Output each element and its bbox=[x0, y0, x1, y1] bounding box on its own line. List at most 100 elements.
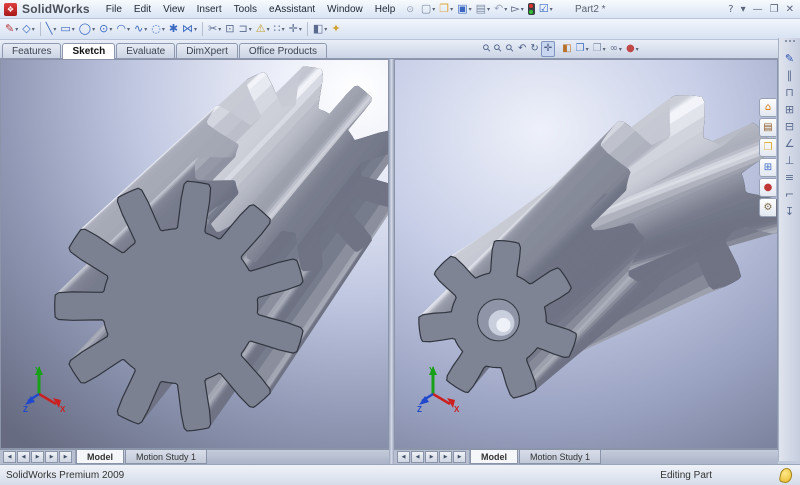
perimeter-circle-icon[interactable]: ⊙▾ bbox=[97, 21, 114, 37]
appearances-scenes-tab[interactable]: ● bbox=[759, 178, 776, 197]
sheet-tab-model[interactable]: Model bbox=[470, 450, 518, 464]
design-library-tab[interactable]: ▤ bbox=[759, 118, 776, 137]
viewport-left-canvas[interactable]: YXZ bbox=[0, 59, 389, 449]
rectangle-icon[interactable]: ▭▾ bbox=[58, 21, 76, 37]
restore-button[interactable]: ❐ bbox=[770, 4, 779, 15]
spline-icon[interactable]: ∿▾ bbox=[132, 21, 149, 37]
smart-dimension-vertical-button[interactable]: ✎ bbox=[781, 50, 799, 67]
zoom-in-out-icon[interactable]: ⚲ bbox=[505, 41, 516, 57]
pan-icon[interactable]: ✛ bbox=[541, 41, 555, 57]
circle-icon[interactable]: ◯▾ bbox=[77, 21, 97, 37]
help-button[interactable]: ? bbox=[728, 4, 733, 15]
sheet-nav-3[interactable]: ▶ bbox=[45, 451, 58, 463]
previous-view-icon[interactable]: ↶ bbox=[516, 41, 528, 57]
ordinate-dimension-button[interactable]: ⊟ bbox=[781, 118, 799, 135]
close-button[interactable]: ✕ bbox=[786, 4, 794, 15]
menu-tools[interactable]: Tools bbox=[228, 2, 263, 17]
perpendicular-dimension-button[interactable]: ⊥ bbox=[781, 152, 799, 169]
hide-show-items-icon[interactable]: ∞▾ bbox=[608, 41, 624, 57]
minimize-button[interactable]: — bbox=[753, 4, 763, 15]
svg-text:Y: Y bbox=[429, 366, 435, 375]
sheet-nav-2[interactable]: ▶ bbox=[425, 451, 438, 463]
convert-entities-icon[interactable]: ⊡ bbox=[223, 21, 236, 37]
view-palette-icon: ⊞ bbox=[764, 163, 772, 173]
angle-dimension-button[interactable]: ∠ bbox=[781, 135, 799, 152]
view-orientation-icon[interactable]: ❒▾ bbox=[574, 41, 591, 57]
tab-dimxpert[interactable]: DimXpert bbox=[176, 43, 238, 58]
menu-help[interactable]: Help bbox=[369, 2, 402, 17]
offset-entities-icon[interactable]: ⊐▾ bbox=[237, 21, 254, 37]
attach-dimension-icon: ↧ bbox=[785, 205, 794, 218]
tab-office-products[interactable]: Office Products bbox=[239, 43, 327, 58]
toolbar-separator bbox=[307, 22, 308, 36]
select-icon[interactable]: ▻▾ bbox=[509, 1, 525, 17]
sheet-nav-3[interactable]: ▶ bbox=[439, 451, 452, 463]
instant3d-icon[interactable]: ◧▾ bbox=[311, 21, 329, 37]
new-document-icon[interactable]: ▢▾ bbox=[419, 1, 437, 17]
menu-window[interactable]: Window bbox=[321, 2, 369, 17]
file-explorer-tab[interactable]: ❐ bbox=[759, 138, 776, 157]
section-view-icon[interactable]: ◧ bbox=[560, 41, 573, 57]
print-document-icon[interactable]: ▤▾ bbox=[474, 1, 492, 17]
smart-dimension-icon[interactable]: ◇▾ bbox=[20, 21, 36, 37]
solidworks-window: ❖ SolidWorks FileEditViewInsertToolseAss… bbox=[0, 0, 800, 481]
tab-evaluate[interactable]: Evaluate bbox=[116, 43, 175, 58]
menu-insert[interactable]: Insert bbox=[191, 2, 228, 17]
rebuild-icon[interactable] bbox=[526, 1, 537, 17]
sheet-nav-0[interactable]: ◀ bbox=[3, 451, 16, 463]
sheet-nav-1[interactable]: ◀ bbox=[17, 451, 30, 463]
heads-up-view-toolbar: ⚲⚲⚲↶↻✛◧❒▾❐▾∞▾●▾ bbox=[482, 41, 641, 57]
sheet-nav-4[interactable]: ▶ bbox=[453, 451, 466, 463]
point-icon[interactable]: ✱ bbox=[167, 21, 180, 37]
ellipse-icon[interactable]: ◌▾ bbox=[149, 21, 167, 37]
menu-eassistant[interactable]: eAssistant bbox=[263, 2, 321, 17]
tab-features[interactable]: Features bbox=[2, 43, 61, 58]
trim-entities-icon[interactable]: ✂▾ bbox=[206, 21, 223, 37]
quick-tips-icon[interactable] bbox=[779, 466, 794, 483]
custom-properties-tab[interactable]: ⚙ bbox=[759, 198, 776, 217]
parallel-dimension-button[interactable]: ≡ bbox=[781, 169, 799, 186]
vertical-dimension-button[interactable]: ⊓ bbox=[781, 84, 799, 101]
sheet-tab-motion-study-1[interactable]: Motion Study 1 bbox=[125, 450, 207, 464]
menu-edit[interactable]: Edit bbox=[128, 2, 157, 17]
no-external-references-icon[interactable]: ✦ bbox=[329, 21, 342, 37]
move-entities-icon[interactable]: ✛▾ bbox=[287, 21, 304, 37]
smart-dimension-vertical-icon: ✎ bbox=[785, 52, 794, 65]
edit-appearance-icon[interactable]: ●▾ bbox=[624, 41, 641, 57]
chamfer-dimension-button[interactable]: ⌐ bbox=[781, 186, 799, 203]
toolbar-grip[interactable] bbox=[785, 40, 795, 47]
solidworks-resources-tab[interactable]: ⌂ bbox=[759, 98, 776, 117]
baseline-dimension-button[interactable]: ⊞ bbox=[781, 101, 799, 118]
tab-sketch[interactable]: Sketch bbox=[62, 43, 115, 59]
sheet-tab-motion-study-1[interactable]: Motion Study 1 bbox=[519, 450, 601, 464]
viewport-right-canvas[interactable]: YXZ ⌂▤❐⊞●⚙ bbox=[394, 59, 778, 449]
centerpoint-arc-icon[interactable]: ◠▾ bbox=[114, 21, 132, 37]
help-caret[interactable]: ▾ bbox=[741, 4, 746, 15]
display-relations-icon[interactable]: ⚠▾ bbox=[254, 21, 272, 37]
display-style-icon[interactable]: ❐▾ bbox=[591, 41, 608, 57]
menu-file[interactable]: File bbox=[100, 2, 128, 17]
open-document-icon[interactable]: ❐▾ bbox=[437, 1, 455, 17]
sheet-nav-4[interactable]: ▶ bbox=[59, 451, 72, 463]
sheet-nav-0[interactable]: ◀ bbox=[397, 451, 410, 463]
sheet-nav-2[interactable]: ▶ bbox=[31, 451, 44, 463]
zoom-to-area-icon[interactable]: ⚲ bbox=[493, 41, 504, 57]
mirror-entities-icon[interactable]: ⋈▾ bbox=[180, 21, 199, 37]
menu-view[interactable]: View bbox=[157, 2, 191, 17]
app-logo-text: SolidWorks bbox=[22, 2, 90, 16]
status-text-right: Editing Part bbox=[660, 470, 712, 481]
line-icon[interactable]: ╲▾ bbox=[44, 21, 59, 37]
sheet-nav-1[interactable]: ◀ bbox=[411, 451, 424, 463]
sketch-icon[interactable]: ✎▾ bbox=[3, 21, 20, 37]
attach-dimension-button[interactable]: ↧ bbox=[781, 203, 799, 220]
dimensions-toolbar: ✎ ∥⊓⊞⊟∠⊥≡⌐ ↧ bbox=[778, 38, 800, 461]
menu-pin-icon[interactable]: ⊙ bbox=[406, 4, 414, 15]
options-icon[interactable]: ☑▾ bbox=[537, 1, 555, 17]
sheet-tab-model[interactable]: Model bbox=[76, 450, 124, 464]
rotate-view-icon[interactable]: ↻ bbox=[528, 41, 540, 57]
save-document-icon[interactable]: ▣▾ bbox=[455, 1, 473, 17]
linear-sketch-pattern-icon[interactable]: ∷▾ bbox=[272, 21, 287, 37]
horizontal-dimension-button[interactable]: ∥ bbox=[781, 67, 799, 84]
undo-icon[interactable]: ↶▾ bbox=[492, 1, 509, 17]
view-palette-tab[interactable]: ⊞ bbox=[759, 158, 776, 177]
